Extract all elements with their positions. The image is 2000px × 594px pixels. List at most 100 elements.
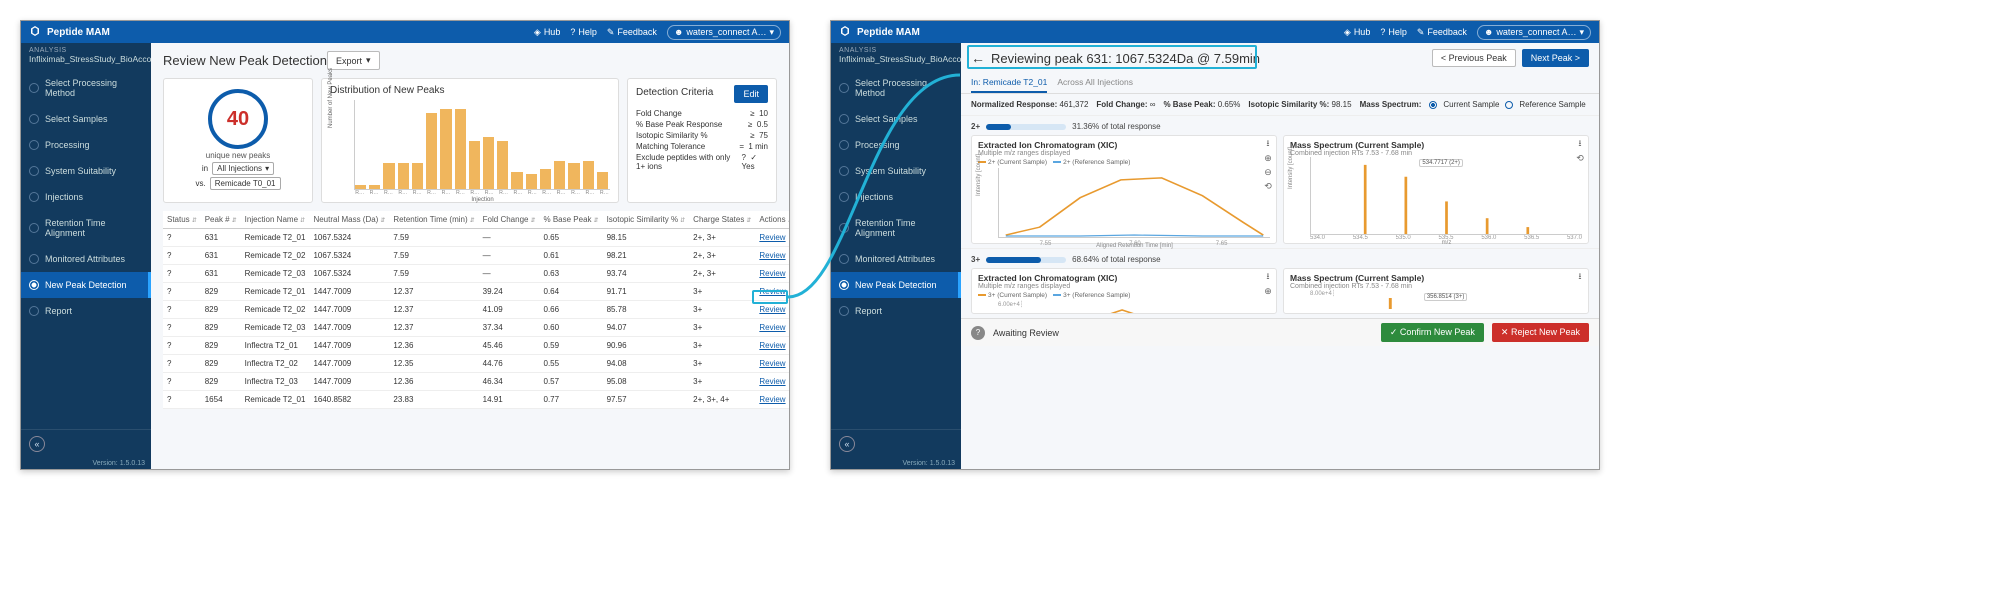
review-link[interactable]: Review (759, 395, 785, 404)
column-header[interactable]: Injection Name⇵ (241, 211, 310, 229)
column-header[interactable]: % Base Peak⇵ (540, 211, 603, 229)
sidebar-step-new-peak-detection[interactable]: New Peak Detection (21, 272, 151, 298)
analysis-name[interactable]: Infliximab_StressStudy_BioAccord (831, 54, 961, 70)
help-link[interactable]: ?Help (570, 27, 597, 37)
review-link[interactable]: Review (759, 251, 785, 260)
step-marker-icon (29, 254, 39, 264)
sidebar-step-label: Injections (855, 192, 893, 202)
review-link[interactable]: Review (759, 287, 785, 296)
table-row: ?829Remicade T2_021447.700912.3741.090.6… (163, 301, 789, 319)
xtick-label: R… (426, 190, 437, 196)
step-marker-icon (839, 192, 849, 202)
download-icon[interactable]: ⭳ (1262, 271, 1274, 283)
app-title: Peptide MAM (47, 27, 110, 38)
sidebar-step-report[interactable]: Report (21, 298, 151, 324)
previous-peak-button[interactable]: < Previous Peak (1432, 49, 1516, 67)
table-cell: 1447.7009 (309, 355, 389, 373)
ms-title: Mass Spectrum (Current Sample) (1290, 273, 1582, 283)
feedback-link[interactable]: ✎Feedback (1417, 27, 1467, 38)
review-link[interactable]: Review (759, 377, 785, 386)
ms-2-plot[interactable]: Intensity [count] m/z 534.7717 (2+) (1310, 157, 1582, 235)
column-header[interactable]: Status⇵ (163, 211, 201, 229)
radio-current-sample-label: Current Sample (1443, 100, 1499, 109)
table-cell: 44.76 (479, 355, 540, 373)
download-icon[interactable]: ⭳ (1262, 138, 1274, 150)
sidebar-step-new-peak-detection[interactable]: New Peak Detection (831, 272, 961, 298)
column-header[interactable]: Actions⇵ (755, 211, 789, 229)
sidebar-step-retention-time-alignment[interactable]: Retention Time Alignment (831, 210, 961, 246)
sidebar-step-select-samples[interactable]: Select Samples (831, 106, 961, 132)
table-cell: 3+ (689, 337, 755, 355)
review-link[interactable]: Review (759, 323, 785, 332)
tab-current-injection[interactable]: In: Remicade T2_01 (971, 73, 1047, 93)
table-cell: 0.64 (540, 283, 603, 301)
xic-2-plot[interactable]: Intensity [count] Aligned Retention Time… (998, 168, 1270, 238)
confirm-new-peak-button[interactable]: ✓ Confirm New Peak (1381, 323, 1484, 342)
review-link[interactable]: Review (759, 359, 785, 368)
vs-reference-select[interactable]: Remicade T0_01 (210, 177, 281, 190)
in-injections-select[interactable]: All Injections▾ (212, 162, 274, 175)
sidebar-step-select-processing-method[interactable]: Select Processing Method (21, 70, 151, 106)
back-arrow-icon[interactable]: ← (971, 50, 985, 66)
sidebar-step-monitored-attributes[interactable]: Monitored Attributes (831, 246, 961, 272)
user-menu[interactable]: ☻waters_connect A…▾ (1477, 25, 1591, 40)
next-peak-button[interactable]: Next Peak > (1522, 49, 1589, 67)
normalized-response-value: 461,372 (1059, 100, 1088, 109)
download-icon[interactable]: ⭳ (1574, 271, 1586, 283)
titlebar: Peptide MAM ◈Hub ?Help ✎Feedback ☻waters… (831, 21, 1599, 43)
export-button[interactable]: Export ▾ (327, 51, 380, 70)
column-header[interactable]: Neutral Mass (Da)⇵ (309, 211, 389, 229)
sidebar-step-select-processing-method[interactable]: Select Processing Method (831, 70, 961, 106)
reject-new-peak-button[interactable]: ✕ Reject New Peak (1492, 323, 1589, 342)
sidebar-step-processing[interactable]: Processing (21, 132, 151, 158)
distribution-card: Distribution of New Peaks Number of New … (321, 78, 619, 203)
download-icon[interactable]: ⭳ (1574, 138, 1586, 150)
table-cell: Inflectra T2_03 (241, 373, 310, 391)
review-link[interactable]: Review (759, 305, 785, 314)
sidebar-step-injections[interactable]: Injections (21, 184, 151, 210)
review-link[interactable]: Review (759, 269, 785, 278)
review-link[interactable]: Review (759, 233, 785, 242)
table-cell: 94.08 (603, 355, 690, 373)
column-header[interactable]: Isotopic Similarity %⇵ (603, 211, 690, 229)
sidebar-step-system-suitability[interactable]: System Suitability (831, 158, 961, 184)
sidebar-step-processing[interactable]: Processing (831, 132, 961, 158)
sidebar-collapse-button[interactable]: « (839, 436, 855, 452)
sidebar-step-injections[interactable]: Injections (831, 184, 961, 210)
column-header[interactable]: Retention Time (min)⇵ (389, 211, 478, 229)
radio-current-sample[interactable] (1429, 101, 1437, 109)
xtick-label: R… (484, 190, 495, 196)
help-link[interactable]: ?Help (1380, 27, 1407, 37)
step-marker-icon (839, 166, 849, 176)
edit-criteria-button[interactable]: Edit (734, 85, 768, 103)
column-header[interactable]: Charge States⇵ (689, 211, 755, 229)
analysis-name[interactable]: Infliximab_StressStudy_BioAccord (21, 54, 151, 70)
table-cell: 12.37 (389, 319, 478, 337)
tab-across-all-injections[interactable]: Across All Injections (1057, 73, 1133, 93)
sidebar-step-label: Processing (45, 140, 90, 150)
column-header[interactable]: Peak #⇵ (201, 211, 241, 229)
hub-link[interactable]: ◈Hub (1344, 27, 1370, 38)
review-link[interactable]: Review (759, 341, 785, 350)
dist-bar (597, 172, 608, 189)
zoom-in-icon[interactable]: ⊕ (1262, 152, 1274, 164)
step-marker-icon (29, 83, 39, 93)
sidebar-step-report[interactable]: Report (831, 298, 961, 324)
zoom-in-icon[interactable]: ⊕ (1262, 285, 1274, 297)
sidebar-collapse-button[interactable]: « (29, 436, 45, 452)
criteria-key: % Base Peak Response (636, 120, 722, 129)
xtick-label: R… (570, 190, 581, 196)
feedback-link[interactable]: ✎Feedback (607, 27, 657, 38)
sidebar-step-monitored-attributes[interactable]: Monitored Attributes (21, 246, 151, 272)
user-icon: ☻ (674, 27, 683, 37)
sidebar-step-select-samples[interactable]: Select Samples (21, 106, 151, 132)
radio-reference-sample[interactable] (1505, 101, 1513, 109)
table-row: ?631Remicade T2_031067.53247.59—0.6393.7… (163, 265, 789, 283)
table-cell: 7.59 (389, 265, 478, 283)
user-menu[interactable]: ☻waters_connect A…▾ (667, 25, 781, 40)
dist-bar (455, 109, 466, 189)
sidebar-step-system-suitability[interactable]: System Suitability (21, 158, 151, 184)
column-header[interactable]: Fold Change⇵ (479, 211, 540, 229)
sidebar-step-retention-time-alignment[interactable]: Retention Time Alignment (21, 210, 151, 246)
hub-link[interactable]: ◈Hub (534, 27, 560, 38)
